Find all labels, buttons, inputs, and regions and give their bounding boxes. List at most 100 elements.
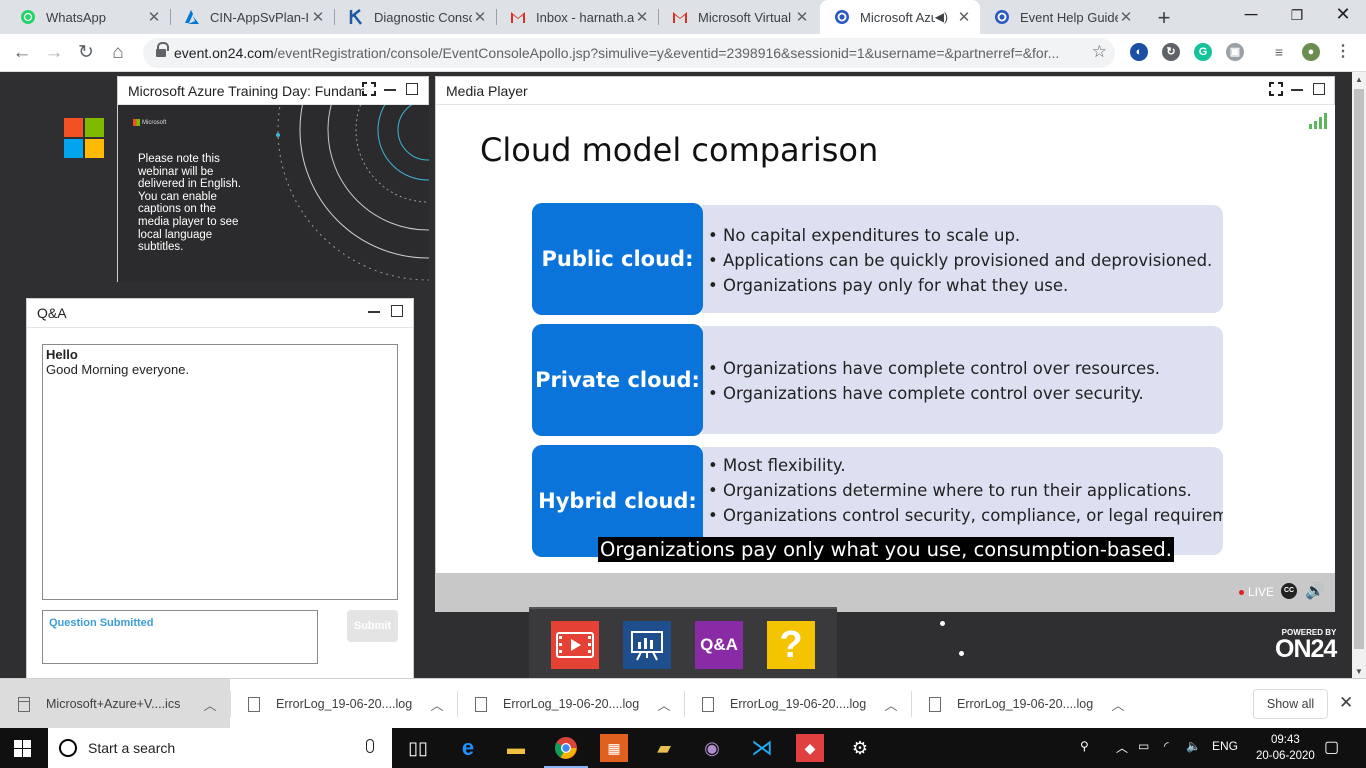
anydesk-icon[interactable]: ◆ <box>796 734 824 762</box>
page-scrollbar[interactable]: ▲ ▼ <box>1352 72 1366 678</box>
close-icon[interactable]: ✕ <box>634 8 650 26</box>
speaker-icon[interactable]: ◀) <box>935 10 948 24</box>
address-bar[interactable]: event.on24.com/eventRegistration/console… <box>143 38 1115 68</box>
sync-extension-icon[interactable]: ↻ <box>1162 43 1180 61</box>
minimize-window-button[interactable]: ─ <box>1228 4 1274 25</box>
chevron-up-icon[interactable]: ︿ <box>417 695 457 714</box>
taskbar-clock[interactable]: 09:43 20-06-2020 <box>1256 732 1315 764</box>
back-button[interactable]: ← <box>9 40 35 66</box>
scroll-down-icon[interactable]: ▼ <box>1352 667 1366 676</box>
notifications-icon[interactable]: ▢ <box>1324 737 1339 757</box>
restore-window-button[interactable]: ❐ <box>1274 7 1320 24</box>
bullet-item: Organizations pay only for what they use… <box>708 273 1223 298</box>
show-all-downloads-button[interactable]: Show all <box>1253 689 1328 719</box>
app-icon[interactable]: ▦ <box>600 734 628 762</box>
slides-widget-button[interactable] <box>623 621 671 669</box>
scrollbar-thumb[interactable] <box>1354 89 1364 649</box>
closed-captions-button[interactable]: CC <box>1281 583 1297 599</box>
url-text: event.on24.com/eventRegistration/console… <box>174 45 1060 61</box>
new-tab-button[interactable]: + <box>1152 5 1176 31</box>
chevron-up-icon[interactable]: ︿ <box>1098 695 1138 714</box>
download-item[interactable]: ErrorLog_19-06-20....log ︿ <box>684 679 911 729</box>
volume-icon[interactable]: 🔈 <box>1186 739 1201 753</box>
profile-avatar[interactable]: ● <box>1302 43 1320 61</box>
tab-gmail-virtual[interactable]: Microsoft Virtual T ✕ <box>658 0 818 34</box>
forward-button[interactable]: → <box>41 40 67 66</box>
close-icon[interactable]: ✕ <box>310 8 326 26</box>
maximize-panel-icon[interactable] <box>406 83 418 95</box>
qa-message-list[interactable]: Hello Good Morning everyone. <box>42 344 398 600</box>
people-icon[interactable]: ⚲ <box>1080 739 1089 753</box>
slide-thumbnail: Microsoft Please note this webinar will … <box>118 105 429 282</box>
tab-whatsapp[interactable]: WhatsApp ✕ <box>6 0 170 34</box>
fullscreen-icon[interactable] <box>1269 82 1283 96</box>
search-icon <box>59 739 77 757</box>
download-item[interactable]: ErrorLog_19-06-20....log ︿ <box>911 679 1138 729</box>
tools-folder-icon[interactable]: ▰ <box>650 734 678 762</box>
submit-button[interactable]: Submit <box>347 610 398 642</box>
scroll-up-icon[interactable]: ▲ <box>1352 75 1366 84</box>
tab-gmail-inbox[interactable]: Inbox - harnath.at ✕ <box>496 0 658 34</box>
windows-start-icon[interactable] <box>14 740 31 757</box>
task-view-icon[interactable]: ▯▯ <box>404 734 432 762</box>
widget-dock: Q&A ? <box>529 607 837 678</box>
extension-icon[interactable]: ◐ <box>1130 43 1148 61</box>
settings-gear-icon[interactable]: ⚙ <box>846 734 874 762</box>
grammarly-icon[interactable]: G <box>1194 43 1212 61</box>
file-icon <box>702 696 714 712</box>
media-control-icon[interactable]: ≡ <box>1270 43 1288 61</box>
github-desktop-icon[interactable]: ◉ <box>698 734 726 762</box>
qa-widget-button[interactable]: Q&A <box>695 621 743 669</box>
maximize-panel-icon[interactable] <box>391 305 403 317</box>
tab-diagnostic-console[interactable]: Diagnostic Consol ✕ <box>334 0 496 34</box>
vscode-icon[interactable]: ⋊ <box>748 734 776 762</box>
camera-icon[interactable]: ▣ <box>1226 43 1244 61</box>
chrome-icon[interactable] <box>544 734 588 768</box>
chevron-up-icon[interactable]: ︿ <box>1116 739 1128 756</box>
media-player-widget-button[interactable] <box>551 621 599 669</box>
download-item[interactable]: ErrorLog_19-06-20....log ︿ <box>230 679 457 729</box>
download-item[interactable]: ErrorLog_19-06-20....log ︿ <box>457 679 684 729</box>
taskbar-search-box[interactable]: Start a search <box>48 728 392 768</box>
maximize-panel-icon[interactable] <box>1313 83 1325 95</box>
browser-tab-strip: WhatsApp ✕ CIN-AppSvPlan-IN ✕ Diagnostic… <box>0 0 1366 34</box>
minimize-panel-icon[interactable] <box>383 82 397 96</box>
event-console-page: Microsoft Azure Training Day: Fundam Mic… <box>0 72 1352 678</box>
download-item[interactable]: Microsoft+Azure+V....ics ︿ <box>0 679 230 729</box>
home-button[interactable]: ⌂ <box>105 40 131 66</box>
close-icon[interactable]: ✕ <box>1118 8 1134 26</box>
close-icon[interactable]: ✕ <box>146 8 162 26</box>
slide-title: Cloud model comparison <box>480 131 879 169</box>
battery-icon[interactable]: ▭ <box>1138 739 1149 753</box>
microphone-icon[interactable] <box>366 739 374 753</box>
help-widget-button[interactable]: ? <box>767 621 815 669</box>
chevron-up-icon[interactable]: ︿ <box>871 695 911 714</box>
close-window-button[interactable]: ✕ <box>1320 4 1366 25</box>
bullet-item: Organizations have complete control over… <box>708 356 1223 381</box>
tab-title: Diagnostic Consol <box>374 9 472 25</box>
minimize-panel-icon[interactable] <box>367 304 381 318</box>
edge-browser-icon[interactable]: e <box>454 734 482 762</box>
tab-azure-portal[interactable]: CIN-AppSvPlan-IN ✕ <box>170 0 334 34</box>
close-downloads-bar-icon[interactable]: ✕ <box>1339 693 1353 713</box>
microsoft-logo <box>64 118 104 158</box>
tab-on24-event[interactable]: Microsoft Azu ◀) ✕ <box>820 0 980 34</box>
close-icon[interactable]: ✕ <box>472 8 488 26</box>
volume-icon[interactable]: 🔊 <box>1305 581 1325 601</box>
slides-panel-title: Microsoft Azure Training Day: Fundam <box>128 83 364 99</box>
close-icon[interactable]: ✕ <box>794 8 810 26</box>
menu-icon[interactable]: ⋮ <box>1334 43 1352 61</box>
wifi-icon[interactable]: ◜ <box>1164 739 1169 753</box>
chevron-up-icon[interactable]: ︿ <box>644 695 684 714</box>
language-indicator[interactable]: ENG <box>1212 739 1238 753</box>
chevron-up-icon[interactable]: ︿ <box>190 695 230 714</box>
live-label: LIVE <box>1248 585 1275 599</box>
question-input[interactable]: Question Submitted <box>42 610 318 664</box>
tab-event-help-guide[interactable]: Event Help Guide ✕ <box>980 0 1142 34</box>
reload-button[interactable]: ↻ <box>73 40 99 66</box>
fullscreen-icon[interactable] <box>362 82 376 96</box>
bookmark-star-icon[interactable]: ☆ <box>1092 42 1107 62</box>
file-explorer-icon[interactable]: ▬ <box>502 734 530 762</box>
minimize-panel-icon[interactable] <box>1290 82 1304 96</box>
close-icon[interactable]: ✕ <box>956 8 972 26</box>
